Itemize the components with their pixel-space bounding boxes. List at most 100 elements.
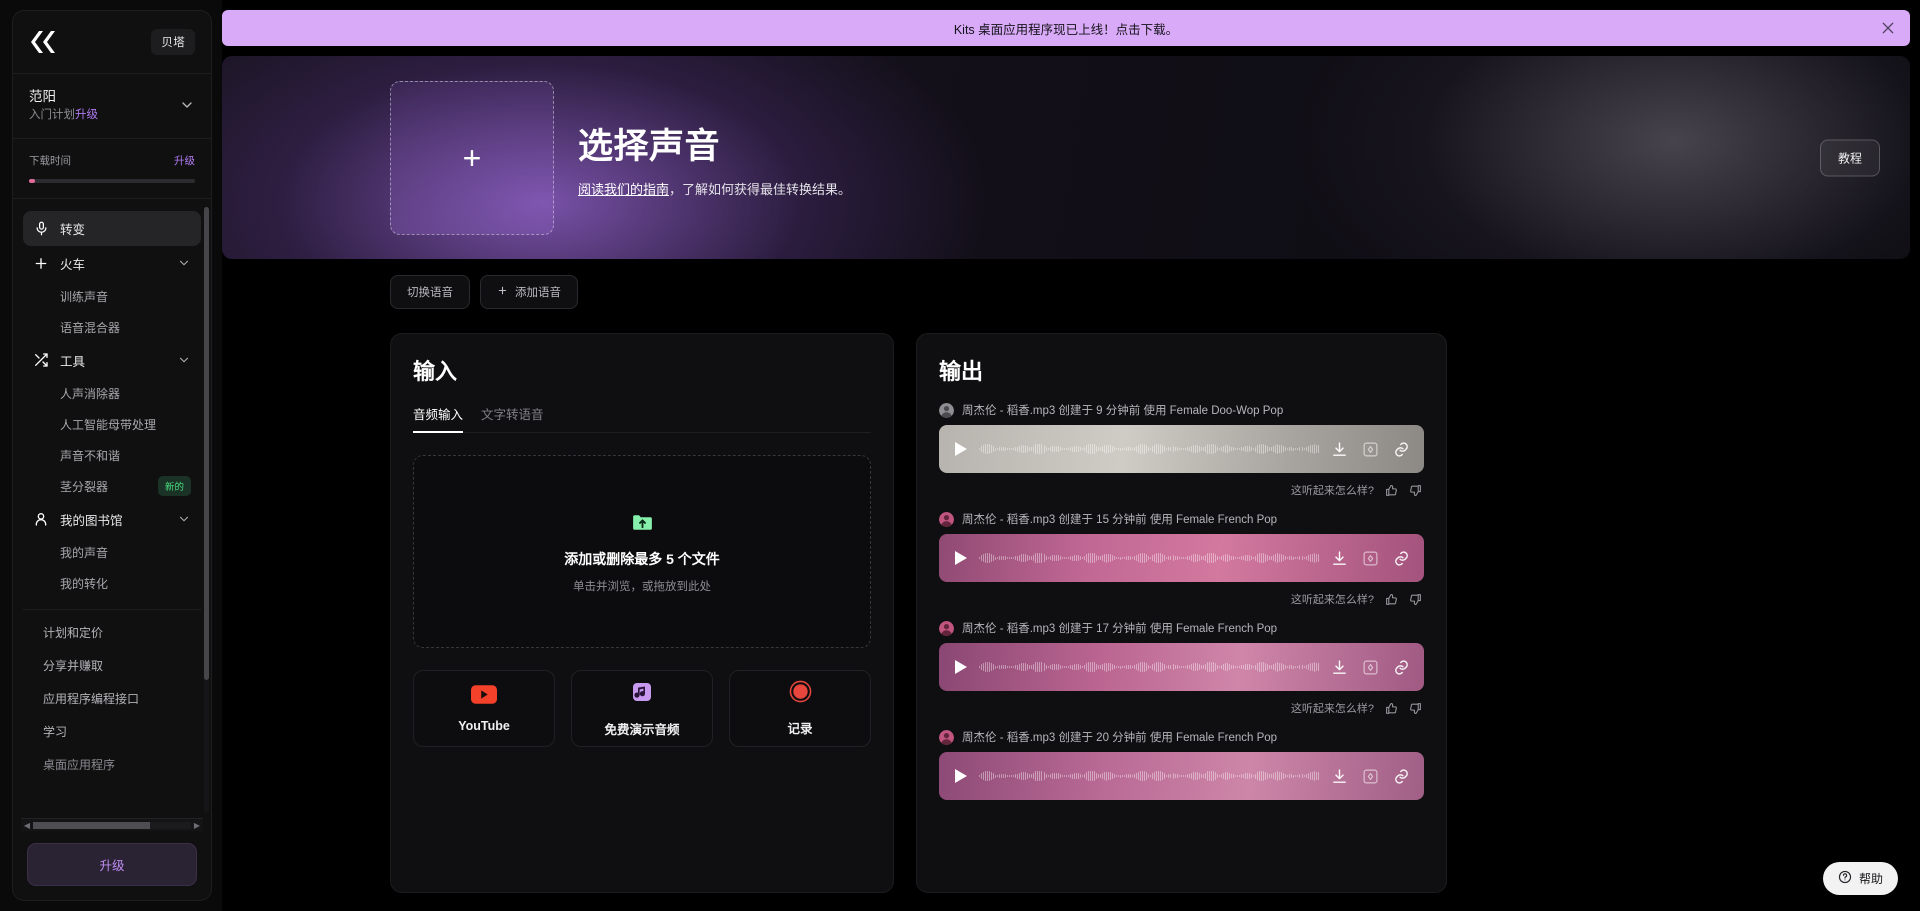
sidebar-horizontal-scroll-track[interactable] [33,821,191,829]
copy-link-icon[interactable] [1393,550,1410,567]
player-actions [1331,768,1410,785]
sidebar-link-desktop-app[interactable]: 桌面应用程序 [23,748,201,781]
thumbs-up-icon[interactable] [1385,702,1398,715]
download-icon[interactable] [1331,659,1348,676]
guide-link[interactable]: 阅读我们的指南 [578,182,669,197]
sidebar-item-my-voices[interactable]: 我的声音 [23,537,201,568]
switch-voice-label: 切换语音 [407,287,453,299]
chevron-down-icon [177,353,191,367]
question-circle-icon [1838,870,1852,887]
kits-logo[interactable] [29,29,59,55]
sidebar-item-ai-mastering[interactable]: 人工智能母带处理 [23,409,201,440]
sidebar-item-train[interactable]: 火车 [23,246,201,281]
copy-link-icon[interactable] [1393,441,1410,458]
tab-text-to-speech[interactable]: 文字转语音 [481,404,544,432]
source-record[interactable]: 记录 [729,670,871,747]
feedback-row: 这听起来怎么样? [939,473,1424,506]
usage-upgrade-link[interactable]: 升级 [174,153,195,168]
add-voice-button[interactable]: 添加语音 [480,275,578,309]
audio-player[interactable] [939,643,1424,691]
waveform[interactable] [979,550,1319,566]
sidebar-scroll-area: 转变 火车 训练声音 语音混合器 工具 人声消除器 人工智能母带处理 声音不和谐… [13,199,211,831]
add-voice-dropzone[interactable]: + [390,80,554,235]
scroll-right-arrow-icon[interactable]: ▶ [191,821,203,830]
sidebar-item-stem-splitter[interactable]: 茎分裂器 新的 [23,471,201,502]
hero-subtitle-rest: ，了解如何获得最佳转换结果。 [669,181,852,197]
tutorial-button[interactable]: 教程 [1819,139,1880,176]
promo-banner[interactable]: Kits 桌面应用程序现已上线！点击下载。 [222,10,1910,46]
sidebar-vertical-scrollbar[interactable] [204,206,209,813]
waveform[interactable] [979,659,1319,675]
dropzone-title: 添加或删除最多 5 个文件 [564,550,720,567]
help-button-label: 帮助 [1858,872,1883,886]
sidebar-item-voice-mixer[interactable]: 语音混合器 [23,312,201,343]
play-icon[interactable] [955,551,967,565]
thumbs-up-icon[interactable] [1385,484,1398,497]
sidebar-horizontal-scrollbar[interactable]: ◀ ▶ [21,818,203,831]
play-icon[interactable] [955,660,967,674]
music-note-icon [630,680,654,709]
download-icon[interactable] [1331,768,1348,785]
sidebar-link-learn[interactable]: 学习 [23,715,201,748]
sidebar-item-train-voice[interactable]: 训练声音 [23,281,201,312]
account-plan-upgrade-link[interactable]: 升级 [75,109,98,121]
sidebar-link-share-earn[interactable]: 分享并赚取 [23,649,201,682]
sidebar-item-my-library[interactable]: 我的图书馆 [23,502,201,537]
play-icon[interactable] [955,769,967,783]
switch-voice-button[interactable]: 切换语音 [390,275,470,309]
youtube-icon [471,684,497,709]
thumbs-up-icon[interactable] [1385,593,1398,606]
waveform[interactable] [979,441,1319,457]
sidebar-item-voice-dissonance[interactable]: 声音不和谐 [23,440,201,471]
tab-audio-input[interactable]: 音频输入 [413,404,464,433]
sidebar-item-tools[interactable]: 工具 [23,343,201,378]
sidebar-item-vocal-remover[interactable]: 人声消除器 [23,378,201,409]
avatar [939,729,954,745]
thumbs-down-icon[interactable] [1409,702,1422,715]
source-free-demo-audio[interactable]: 免费演示音频 [571,670,713,747]
sidebar-vertical-scroll-thumb[interactable] [204,206,209,680]
feedback-label: 这听起来怎么样? [1290,485,1374,497]
output-panel: 输出 周杰伦 - 稻香.mp3 创建于 9 分钟前 使用 Female Doo-… [916,333,1447,893]
output-item: 周杰伦 - 稻香.mp3 创建于 15 分钟前 使用 Female French… [939,508,1424,615]
help-button[interactable]: 帮助 [1822,862,1898,895]
audio-player[interactable] [939,752,1424,800]
sidebar-divider [23,608,201,610]
audio-player[interactable] [939,425,1424,473]
sidebar-item-transform[interactable]: 转变 [23,210,201,246]
output-item: 周杰伦 - 稻香.mp3 创建于 17 分钟前 使用 Female French… [939,617,1424,724]
download-icon[interactable] [1331,441,1348,458]
sidebar-horizontal-scroll-thumb[interactable] [33,821,150,829]
thumbs-down-icon[interactable] [1409,484,1422,497]
account-switcher[interactable]: 范阳 入门计划升级 [13,74,211,139]
chevron-down-icon [177,256,191,270]
scroll-left-arrow-icon[interactable]: ◀ [21,821,33,830]
play-icon[interactable] [955,442,967,456]
output-item-meta: 周杰伦 - 稻香.mp3 创建于 9 分钟前 使用 Female Doo-Wop… [939,399,1424,425]
save-to-library-icon[interactable] [1362,441,1379,458]
source-youtube[interactable]: YouTube [413,670,555,747]
save-to-library-icon[interactable] [1362,659,1379,676]
close-icon[interactable] [1880,20,1896,36]
input-panel: 输入 音频输入 文字转语音 添加或删除最多 5 个文件 单击并浏览，或拖放到此处 [390,333,894,893]
waveform[interactable] [979,768,1319,784]
sidebar-link-api[interactable]: 应用程序编程接口 [23,682,201,715]
copy-link-icon[interactable] [1393,768,1410,785]
audio-player[interactable] [939,534,1424,582]
save-to-library-icon[interactable] [1362,768,1379,785]
copy-link-icon[interactable] [1393,659,1410,676]
file-dropzone[interactable]: 添加或删除最多 5 个文件 单击并浏览，或拖放到此处 [413,455,871,648]
download-icon[interactable] [1331,550,1348,567]
output-item-name: 周杰伦 - 稻香.mp3 创建于 20 分钟前 使用 Female French… [962,732,1278,744]
record-icon [789,680,812,708]
sidebar-item-my-conversions[interactable]: 我的转化 [23,568,201,599]
usage-progress-bar [29,178,195,183]
save-to-library-icon[interactable] [1362,550,1379,567]
avatar [939,511,954,527]
upgrade-button[interactable]: 升级 [27,843,197,886]
sidebar-link-plans-pricing[interactable]: 计划和定价 [23,616,201,649]
output-item-meta: 周杰伦 - 稻香.mp3 创建于 20 分钟前 使用 Female French… [939,726,1424,752]
player-actions [1331,441,1410,458]
thumbs-down-icon[interactable] [1409,593,1422,606]
sidebar-item-label: 茎分裂器 [60,479,109,494]
